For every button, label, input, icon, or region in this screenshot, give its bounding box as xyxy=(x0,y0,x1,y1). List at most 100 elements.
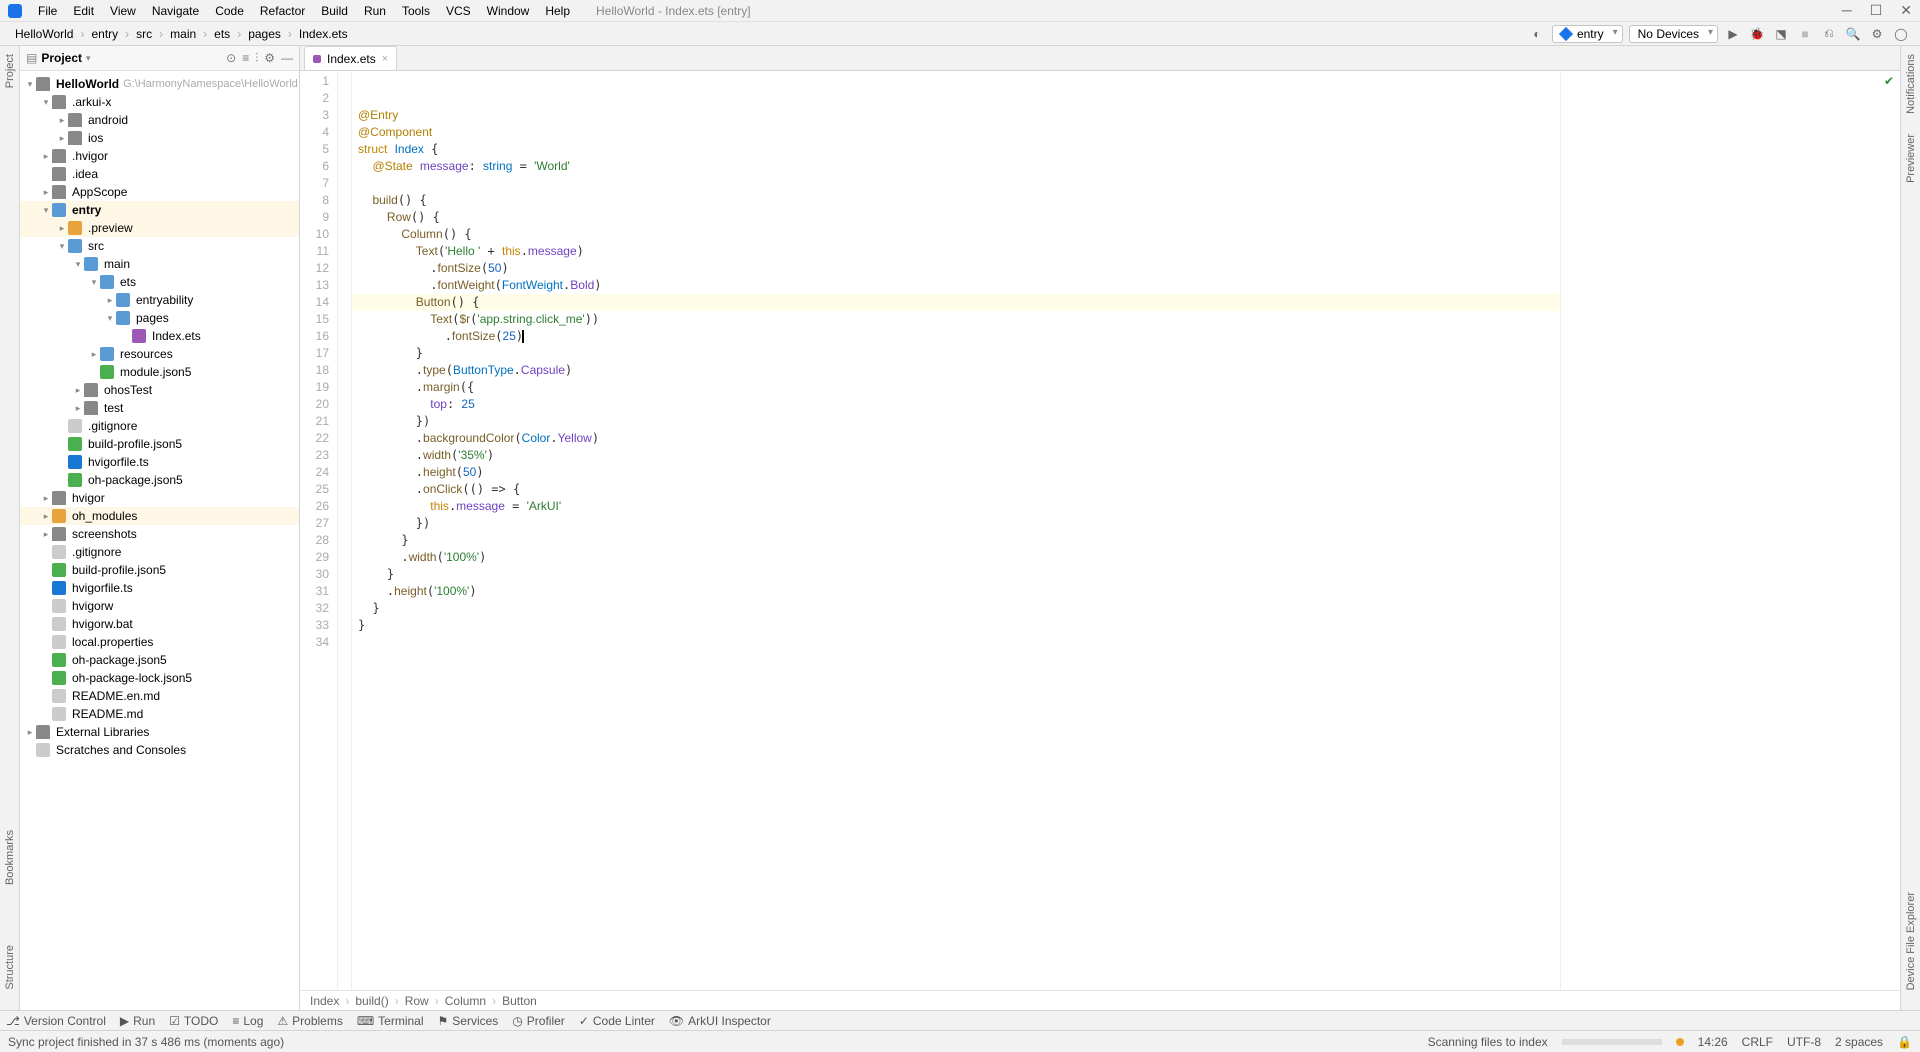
project-rail-tab[interactable]: Project xyxy=(4,54,16,88)
shield-icon[interactable]: ◐ xyxy=(1528,25,1546,43)
tree-node[interactable]: ▾pages xyxy=(20,309,299,327)
analysis-ok-icon[interactable]: ✔ xyxy=(1884,74,1894,88)
bookmarks-rail-tab[interactable]: Bookmarks xyxy=(4,830,16,885)
code-breadcrumb-item[interactable]: Column xyxy=(445,994,486,1008)
tree-node[interactable]: ▸oh_modules xyxy=(20,507,299,525)
warning-indicator-icon[interactable] xyxy=(1676,1038,1684,1046)
code-editor[interactable]: @Entry @Component struct Index { @State … xyxy=(352,71,1560,990)
breadcrumb-item[interactable]: Index.ets xyxy=(294,26,353,42)
tree-node[interactable]: ▸hvigor xyxy=(20,489,299,507)
tree-node[interactable]: hvigorfile.ts xyxy=(20,579,299,597)
tree-node[interactable]: ▸entryability xyxy=(20,291,299,309)
tree-node[interactable]: local.properties xyxy=(20,633,299,651)
select-open-file-icon[interactable]: ⊙ xyxy=(226,51,236,66)
tree-node[interactable]: ▾main xyxy=(20,255,299,273)
stop-button[interactable]: ■ xyxy=(1796,25,1814,43)
menu-file[interactable]: File xyxy=(32,2,63,20)
menu-navigate[interactable]: Navigate xyxy=(146,2,205,20)
previewer-rail-tab[interactable]: Previewer xyxy=(1905,134,1917,183)
tree-node[interactable]: ▸resources xyxy=(20,345,299,363)
run-button[interactable]: ▶ xyxy=(1724,25,1742,43)
tree-node[interactable]: Index.ets xyxy=(20,327,299,345)
tree-node[interactable]: hvigorfile.ts xyxy=(20,453,299,471)
menu-code[interactable]: Code xyxy=(209,2,250,20)
collapse-all-icon[interactable]: ⫶ xyxy=(255,51,258,66)
tree-node[interactable]: .idea xyxy=(20,165,299,183)
code-breadcrumb-item[interactable]: Row xyxy=(405,994,429,1008)
editor-tab[interactable]: Index.ets × xyxy=(304,46,397,70)
minimize-button[interactable]: ─ xyxy=(1842,2,1852,19)
expand-all-icon[interactable]: ≡ xyxy=(242,51,249,66)
run-config-dropdown[interactable]: entry xyxy=(1552,25,1623,43)
tree-node[interactable]: hvigorw.bat xyxy=(20,615,299,633)
tree-node[interactable]: oh-package.json5 xyxy=(20,651,299,669)
code-breadcrumb-item[interactable]: Index xyxy=(310,994,339,1008)
tree-node[interactable]: ▾ets xyxy=(20,273,299,291)
device-dropdown[interactable]: No Devices xyxy=(1629,25,1718,43)
tool-profiler[interactable]: ◷Profiler xyxy=(512,1014,565,1028)
tree-node[interactable]: .gitignore xyxy=(20,417,299,435)
tree-node[interactable]: ▸ios xyxy=(20,129,299,147)
notifications-rail-tab[interactable]: Notifications xyxy=(1905,54,1917,114)
search-everywhere-icon[interactable]: 🔍 xyxy=(1844,25,1862,43)
fold-gutter[interactable] xyxy=(338,71,352,990)
breadcrumb-item[interactable]: ets xyxy=(209,26,235,42)
tree-node[interactable]: ▸External Libraries xyxy=(20,723,299,741)
tree-node[interactable]: oh-package-lock.json5 xyxy=(20,669,299,687)
tree-node[interactable]: ▾HelloWorldG:\HarmonyNamespace\HelloWorl… xyxy=(20,75,299,93)
hide-panel-icon[interactable]: — xyxy=(281,51,293,66)
menu-edit[interactable]: Edit xyxy=(67,2,100,20)
tool-run[interactable]: ▶Run xyxy=(120,1014,155,1028)
breadcrumb-item[interactable]: src xyxy=(131,26,157,42)
coverage-button[interactable]: ⬔ xyxy=(1772,25,1790,43)
menu-vcs[interactable]: VCS xyxy=(440,2,477,20)
close-tab-icon[interactable]: × xyxy=(382,53,388,65)
tool-arkui-inspector[interactable]: 👁ArkUI Inspector xyxy=(669,1014,771,1028)
structure-rail-tab[interactable]: Structure xyxy=(4,945,16,990)
debug-button[interactable]: 🐞 xyxy=(1748,25,1766,43)
tree-node[interactable]: build-profile.json5 xyxy=(20,561,299,579)
close-window-button[interactable]: ✕ xyxy=(1900,2,1912,19)
tree-node[interactable]: ▸.hvigor xyxy=(20,147,299,165)
breadcrumb-item[interactable]: pages xyxy=(243,26,286,42)
tree-node[interactable]: ▸test xyxy=(20,399,299,417)
line-separator[interactable]: CRLF xyxy=(1742,1035,1773,1049)
menu-window[interactable]: Window xyxy=(481,2,536,20)
menu-refactor[interactable]: Refactor xyxy=(254,2,311,20)
tool-terminal[interactable]: ⌨Terminal xyxy=(357,1014,424,1028)
tool-log[interactable]: ≡Log xyxy=(232,1014,263,1028)
breadcrumb-item[interactable]: main xyxy=(165,26,201,42)
device-file-explorer-rail-tab[interactable]: Device File Explorer xyxy=(1905,892,1917,990)
tree-node[interactable]: oh-package.json5 xyxy=(20,471,299,489)
maximize-button[interactable]: ☐ xyxy=(1870,2,1883,19)
code-breadcrumb-item[interactable]: Button xyxy=(502,994,537,1008)
lock-icon[interactable]: 🔒 xyxy=(1897,1035,1912,1049)
panel-settings-icon[interactable]: ⚙ xyxy=(264,51,275,66)
tree-node[interactable]: ▸screenshots xyxy=(20,525,299,543)
attach-debug-icon[interactable]: ⎌ xyxy=(1820,25,1838,43)
user-icon[interactable]: ◯ xyxy=(1892,25,1910,43)
tree-node[interactable]: README.en.md xyxy=(20,687,299,705)
tool-services[interactable]: ⚑Services xyxy=(438,1014,499,1028)
tree-node[interactable]: build-profile.json5 xyxy=(20,435,299,453)
breadcrumb-item[interactable]: HelloWorld xyxy=(10,26,78,42)
settings-icon[interactable]: ⚙ xyxy=(1868,25,1886,43)
menu-run[interactable]: Run xyxy=(358,2,392,20)
editor-breadcrumb[interactable]: Index›build()›Row›Column›Button xyxy=(300,990,1900,1010)
code-breadcrumb-item[interactable]: build() xyxy=(355,994,388,1008)
tree-node[interactable]: Scratches and Consoles xyxy=(20,741,299,759)
indent-setting[interactable]: 2 spaces xyxy=(1835,1035,1883,1049)
tree-node[interactable]: ▾src xyxy=(20,237,299,255)
tree-node[interactable]: ▸.preview xyxy=(20,219,299,237)
tree-node[interactable]: README.md xyxy=(20,705,299,723)
tree-node[interactable]: hvigorw xyxy=(20,597,299,615)
tree-node[interactable]: ▾entry xyxy=(20,201,299,219)
tree-node[interactable]: module.json5 xyxy=(20,363,299,381)
menu-view[interactable]: View xyxy=(104,2,142,20)
menu-tools[interactable]: Tools xyxy=(396,2,436,20)
tree-node[interactable]: ▸AppScope xyxy=(20,183,299,201)
tool-problems[interactable]: ⚠Problems xyxy=(277,1014,342,1028)
file-encoding[interactable]: UTF-8 xyxy=(1787,1035,1821,1049)
tool-code-linter[interactable]: ✓Code Linter xyxy=(579,1014,655,1028)
tool-version-control[interactable]: ⎇Version Control xyxy=(6,1014,106,1028)
